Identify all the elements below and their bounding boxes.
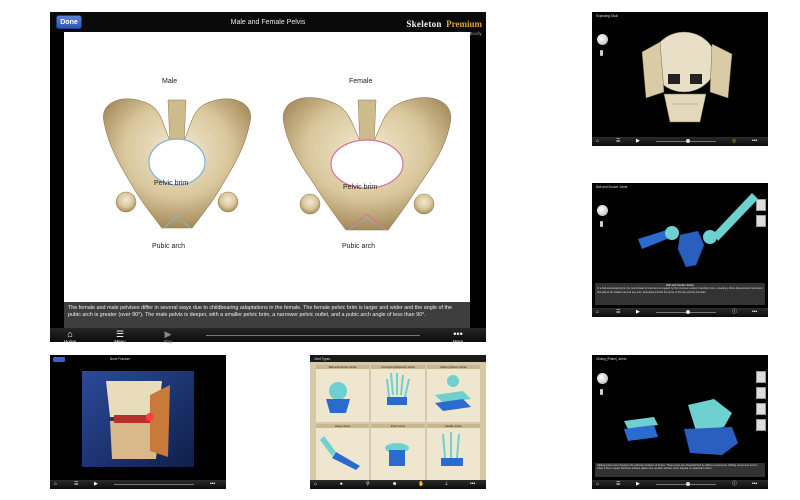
home-button[interactable]: ⌂ Home — [58, 329, 82, 344]
thumb-caption: Ball and Socket Joints In a ball-and-soc… — [595, 283, 765, 305]
joints-icon[interactable]: ⚲ — [366, 481, 370, 487]
grid-cell-ball-socket[interactable]: Ball-and-Socket Joints — [316, 365, 370, 422]
grid-cell-saddle[interactable]: Saddle Joints — [426, 424, 480, 481]
menu-icon[interactable]: ☰ — [616, 481, 620, 487]
female-pelvic-brim-label: Pelvic brim — [343, 184, 378, 191]
bones-icon[interactable]: ♠ — [340, 481, 343, 487]
grid-cell-pivot[interactable]: Pivot Joints — [371, 424, 425, 481]
skull-illustration — [641, 31, 733, 123]
hinge-joint-icon — [320, 436, 360, 470]
main-screenshot: Male and Female Pelvis Done Skeleton Pre… — [50, 12, 486, 344]
timeline-slider[interactable] — [114, 484, 194, 485]
play-icon[interactable]: ▶ — [636, 138, 640, 144]
timeline-knob[interactable] — [686, 310, 690, 314]
thumb-exploding-skull: Exploding Skull Skeleton Premium Visible… — [592, 12, 768, 146]
male-pelvic-brim-label: Pelvic brim — [154, 180, 189, 187]
thumb-joint-types: Joint Types Ball-and-Socket Joints Condy… — [310, 355, 486, 489]
hand-bones-icon — [386, 372, 411, 405]
pelvis-illustration — [103, 97, 452, 231]
grid-cell-hinge[interactable]: Hinge Joints — [316, 424, 370, 481]
home-icon[interactable]: ⌂ — [596, 309, 599, 315]
home-icon[interactable]: ⌂ — [596, 481, 599, 487]
home-icon[interactable]: ⌂ — [54, 481, 57, 487]
bottom-toolbar: ⌂ Home ☰ Menu ▶ Play ••• More — [50, 328, 486, 344]
thumb-caption: Gliding joints occur between the articul… — [595, 463, 765, 477]
more-icon[interactable]: ••• — [752, 138, 757, 144]
play-icon: ▶ — [164, 329, 172, 339]
more-label: More — [452, 339, 464, 344]
grid-cell-gliding[interactable]: Gliding (Plane) Joints — [426, 365, 480, 422]
info-icon[interactable]: ⓘ — [732, 309, 737, 315]
thumb-toolbar: ⌂ ☰ ▶ ••• — [50, 480, 226, 489]
play-label: Play — [163, 339, 173, 344]
menu-icon[interactable]: ☰ — [616, 309, 620, 315]
logo-skeleton-text: Skeleton — [406, 19, 442, 29]
male-pelvis — [103, 98, 251, 229]
thumb-caption-text: In a ball-and-socket joint, the round he… — [597, 287, 763, 294]
home-icon[interactable]: ⌂ — [596, 138, 599, 144]
hand-icon[interactable]: ✋ — [418, 481, 424, 487]
thumb-toolbar: ⌂ ☰ ▶ ◎ ••• — [592, 137, 768, 146]
menu-icon[interactable]: ☰ — [616, 138, 620, 144]
timeline-knob[interactable] — [686, 139, 690, 143]
menu-icon[interactable]: ☰ — [74, 481, 78, 487]
thumb-toolbar: ⌂ ☰ ▶ ⓘ ••• — [592, 308, 768, 317]
more-button[interactable]: ••• More — [446, 329, 470, 344]
gliding-joint-icon — [434, 375, 471, 411]
female-pubic-arch-label: Pubic arch — [342, 243, 376, 250]
skull-icon[interactable]: ☻ — [392, 481, 397, 487]
pelvis-figure: Male Female Pelvic brim Pelvic brim Pubi… — [64, 32, 470, 302]
thumb-gliding-joints: Gliding (Plane) Joints Gliding joints oc… — [592, 355, 768, 489]
home-icon: ⌂ — [67, 329, 73, 339]
explode-icon[interactable]: ◎ — [732, 138, 736, 144]
caption-text: The female and male pelvises differ in s… — [64, 302, 470, 328]
play-icon[interactable]: ▶ — [636, 481, 640, 487]
thumb-title: Joint Types — [314, 357, 331, 361]
thumb-bone-fracture: Bone Fracture Skeleton Premium Visible B… — [50, 355, 226, 489]
female-pelvis — [282, 97, 452, 231]
saddle-joint-icon — [440, 432, 463, 466]
joint-types-grid: Ball-and-Socket Joints Condyloid (Ellips… — [316, 365, 480, 481]
play-button[interactable]: ▶ Play — [156, 329, 180, 344]
timeline-knob[interactable] — [686, 482, 690, 486]
more-icon[interactable]: ••• — [752, 309, 757, 315]
more-icon: ••• — [453, 329, 463, 339]
menu-label: Menu — [114, 339, 126, 344]
ball-socket-icon — [326, 382, 350, 413]
play-icon[interactable]: ▶ — [94, 481, 98, 487]
menu-button[interactable]: ☰ Menu — [108, 329, 132, 344]
logo-premium-text: Premium — [446, 19, 482, 29]
more-icon[interactable]: ••• — [210, 481, 215, 487]
timeline-slider[interactable] — [206, 335, 420, 336]
info-icon[interactable]: ⓘ — [732, 481, 737, 487]
thumb-ball-socket: Ball and Socket Joints Skeleton Premium … — [592, 183, 768, 317]
more-icon[interactable]: ••• — [470, 481, 475, 487]
home-icon[interactable]: ⌂ — [314, 481, 317, 487]
fracture-illustration — [82, 371, 194, 467]
thumb-toolbar: ⌂ ♠ ⚲ ☻ ✋ ⊥ ••• — [310, 480, 486, 489]
pivot-joint-icon — [385, 443, 410, 466]
leg-icon[interactable]: ⊥ — [444, 481, 448, 487]
male-pubic-arch-label: Pubic arch — [152, 243, 186, 250]
thumb-toolbar: ⌂ ☰ ▶ ⓘ ••• — [592, 480, 768, 489]
home-label: Home — [63, 339, 76, 344]
done-button[interactable]: Done — [56, 15, 82, 29]
more-icon[interactable]: ••• — [752, 481, 757, 487]
grid-cell-condyloid[interactable]: Condyloid (Ellipsoid) Joints — [371, 365, 425, 422]
play-icon[interactable]: ▶ — [636, 309, 640, 315]
thumb-header — [310, 355, 486, 362]
menu-icon: ☰ — [115, 329, 125, 339]
